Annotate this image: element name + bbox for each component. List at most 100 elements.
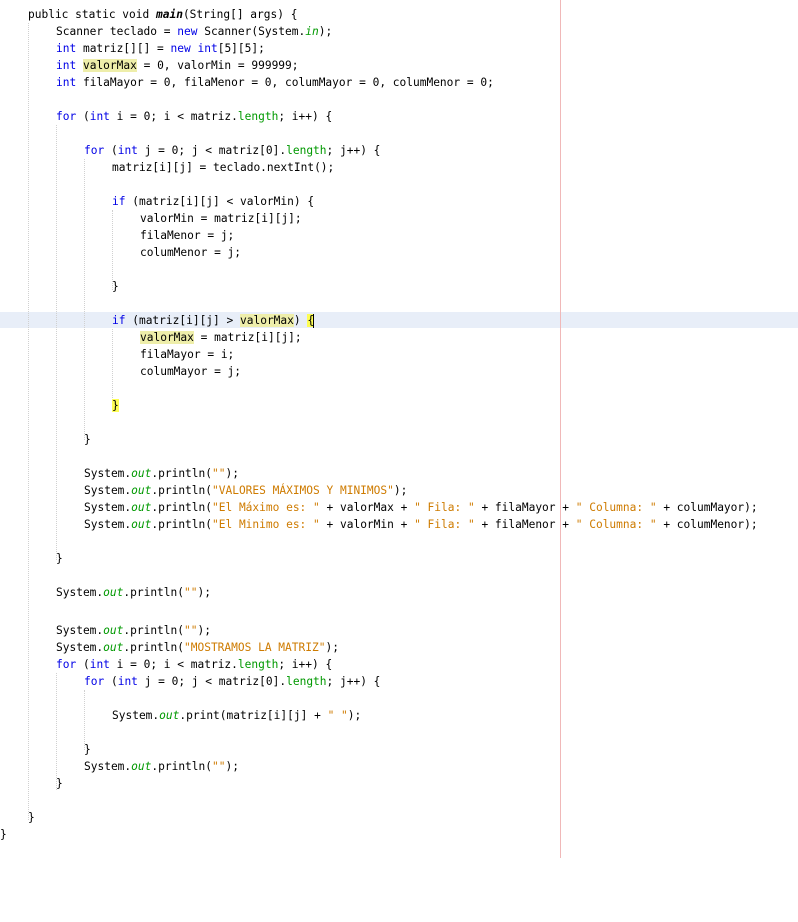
field-token: out (159, 709, 180, 722)
code-token: i = 0; i < matriz. (109, 658, 238, 671)
code-line[interactable]: System.out.println(""); (56, 622, 211, 639)
field-token: out (103, 624, 124, 637)
code-line[interactable]: for (int i = 0; i < matriz.length; i++) … (56, 108, 332, 125)
code-token: ); (318, 25, 333, 38)
code-line[interactable]: } (112, 278, 119, 295)
code-line[interactable]: Scanner teclado = new Scanner(System.in)… (56, 23, 332, 40)
indent-guide (56, 125, 57, 560)
keyword-token: if (112, 195, 126, 208)
keyword-token: for (56, 658, 77, 671)
code-line[interactable]: System.out.println("El Minimo es: " + va… (84, 516, 758, 533)
field-token: out (103, 641, 124, 654)
code-token: System. (84, 467, 132, 480)
code-token: } (84, 743, 91, 756)
code-line[interactable]: int matriz[][] = new int[5][5]; (56, 40, 265, 57)
indent-guide (84, 159, 85, 440)
indent-guide (28, 23, 29, 820)
keyword-token: new (170, 42, 191, 55)
code-line[interactable]: int valorMax = 0, valorMin = 999999; (56, 57, 299, 74)
code-token: .println( (123, 641, 184, 654)
occurrence-highlight: valorMax (140, 331, 194, 344)
keyword-token: for (56, 110, 77, 123)
code-token: ( (104, 144, 118, 157)
code-token: .print(matriz[i][j] + (179, 709, 328, 722)
matching-brace: } (112, 399, 119, 412)
code-token: System. (84, 518, 132, 531)
code-line[interactable]: matriz[i][j] = teclado.nextInt(); (112, 159, 334, 176)
string-token: "El Máximo es: " (212, 501, 320, 514)
code-token: ); (197, 586, 211, 599)
code-line[interactable]: } (56, 775, 63, 792)
code-line[interactable]: System.out.println("VALORES MÁXIMOS Y MI… (84, 482, 407, 499)
code-line[interactable]: public static void main(String[] args) { (28, 6, 297, 23)
string-token: "" (184, 586, 198, 599)
method-name: main (155, 8, 183, 21)
string-token: "VALORES MÁXIMOS Y MINIMOS" (212, 484, 394, 497)
code-line[interactable]: for (int j = 0; j < matriz[0].length; j+… (84, 142, 380, 159)
field-token: in (305, 25, 319, 38)
code-line[interactable]: } (112, 397, 119, 414)
code-line[interactable]: columMenor = j; (140, 244, 241, 261)
field-token: out (131, 760, 152, 773)
code-token: .println( (123, 624, 184, 637)
code-line[interactable]: columMayor = j; (140, 363, 241, 380)
code-line[interactable]: System.out.println("MOSTRAMOS LA MATRIZ"… (56, 639, 339, 656)
code-line[interactable]: } (84, 431, 91, 448)
code-token: } (0, 828, 7, 841)
keyword-token: int (56, 59, 77, 72)
code-token: (String[] args) { (182, 8, 298, 21)
code-token: + columMenor); (656, 518, 758, 531)
code-line[interactable]: System.out.println(""); (84, 465, 239, 482)
code-line[interactable]: for (int j = 0; j < matriz[0].length; j+… (84, 673, 380, 690)
right-margin-line (560, 0, 561, 858)
code-line[interactable]: System.out.println("El Máximo es: " + va… (84, 499, 758, 516)
code-token: } (84, 433, 91, 446)
code-editor[interactable]: public static void main(String[] args) {… (0, 0, 798, 922)
code-token: System. (56, 641, 104, 654)
code-line[interactable]: valorMin = matriz[i][j]; (140, 210, 302, 227)
string-token: " Columna: " (575, 501, 657, 514)
code-line[interactable]: System.out.print(matriz[i][j] + " "); (112, 707, 361, 724)
keyword-token: int (89, 110, 110, 123)
field-token: out (131, 518, 152, 531)
string-token: "MOSTRAMOS LA MATRIZ" (184, 641, 326, 654)
code-line[interactable]: } (56, 550, 63, 567)
code-token: filaMenor = j; (140, 229, 235, 242)
code-token: } (28, 811, 35, 824)
code-token: ); (225, 760, 239, 773)
keyword-token: int (56, 42, 77, 55)
keyword-token: int (117, 144, 138, 157)
code-token: ( (104, 675, 118, 688)
code-line[interactable]: } (0, 826, 7, 843)
string-token: " Columna: " (575, 518, 657, 531)
code-line[interactable]: filaMayor = i; (140, 346, 234, 363)
code-token: columMayor = j; (140, 365, 242, 378)
code-token: System. (112, 709, 160, 722)
code-line[interactable]: System.out.println(""); (56, 584, 211, 601)
code-token: ( (76, 658, 90, 671)
code-line[interactable]: filaMenor = j; (140, 227, 234, 244)
code-line[interactable]: } (84, 741, 91, 758)
code-line[interactable]: for (int i = 0; i < matriz.length; i++) … (56, 656, 332, 673)
code-line[interactable]: valorMax = matriz[i][j]; (140, 329, 302, 346)
code-token: columMenor = j; (140, 246, 242, 259)
code-line[interactable]: if (matriz[i][j] < valorMin) { (112, 193, 314, 210)
code-token: ); (325, 641, 339, 654)
keyword-token: if (112, 314, 126, 327)
string-token: "" (184, 624, 198, 637)
code-token: ; i++) { (278, 658, 333, 671)
code-token: valorMin = matriz[i][j]; (140, 212, 302, 225)
code-line[interactable]: if (matriz[i][j] > valorMax) { (112, 312, 315, 329)
code-token: System. (56, 624, 104, 637)
code-token: ; j++) { (326, 144, 381, 157)
code-token: filaMayor = i; (140, 348, 235, 361)
code-line[interactable]: } (28, 809, 35, 826)
code-line[interactable]: System.out.println(""); (84, 758, 239, 775)
code-token: ); (225, 467, 239, 480)
code-token: + columMayor); (656, 501, 758, 514)
code-line[interactable]: int filaMayor = 0, filaMenor = 0, columM… (56, 74, 494, 91)
keyword-token: int (197, 42, 218, 55)
code-token: .println( (123, 586, 184, 599)
field-token: out (131, 467, 152, 480)
